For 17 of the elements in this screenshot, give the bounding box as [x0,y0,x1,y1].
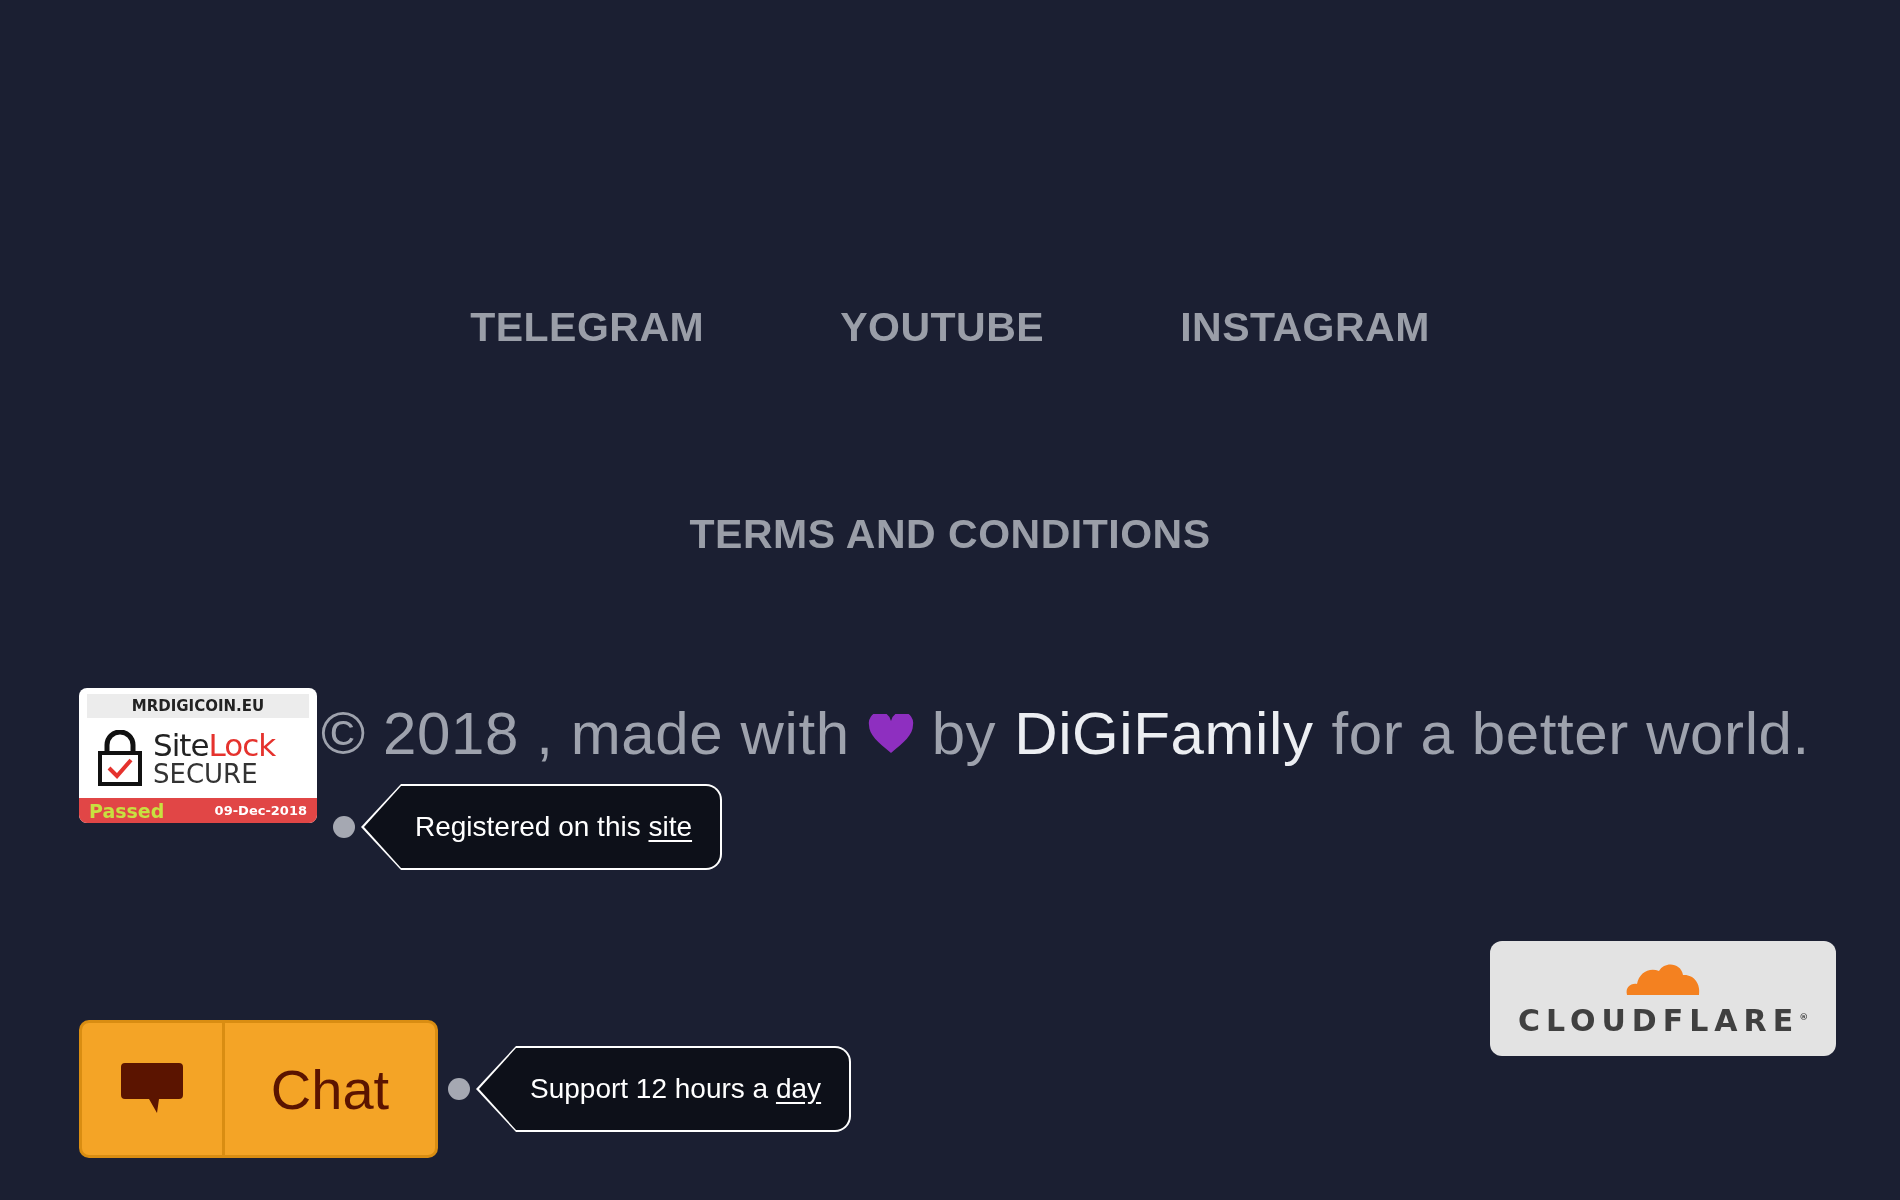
cloudflare-badge[interactable]: CLOUDFLARE$^{®}$ [1490,941,1836,1056]
copyright-text: © 2018 , made with by DiGiFamily for a better world. [321,699,1810,768]
tooltip-dot [333,816,355,838]
chat-button[interactable]: Chat [79,1020,438,1158]
tooltip: Support 12 hours a day [476,1046,852,1132]
nav-link[interactable]: TELEGRAM [470,304,705,351]
terms-link[interactable]: TERMS AND CONDITIONS [689,511,1211,558]
tooltip-link[interactable]: site [648,811,693,843]
author-link[interactable]: DiGiFamily [1014,699,1314,768]
tooltip-dot [448,1078,470,1100]
nav-link[interactable]: INSTAGRAM [1180,304,1430,351]
tooltip-link[interactable]: day [775,1073,822,1105]
nav-link[interactable]: YOUTUBE [840,304,1045,351]
tooltip: Registered on this site [361,784,723,870]
heart-icon [867,713,914,754]
padlock-icon [97,730,143,786]
security-badge[interactable]: MRDIGICOIN.EU SiteLock SECURE Passed 09-Dec-2018 [79,688,317,823]
